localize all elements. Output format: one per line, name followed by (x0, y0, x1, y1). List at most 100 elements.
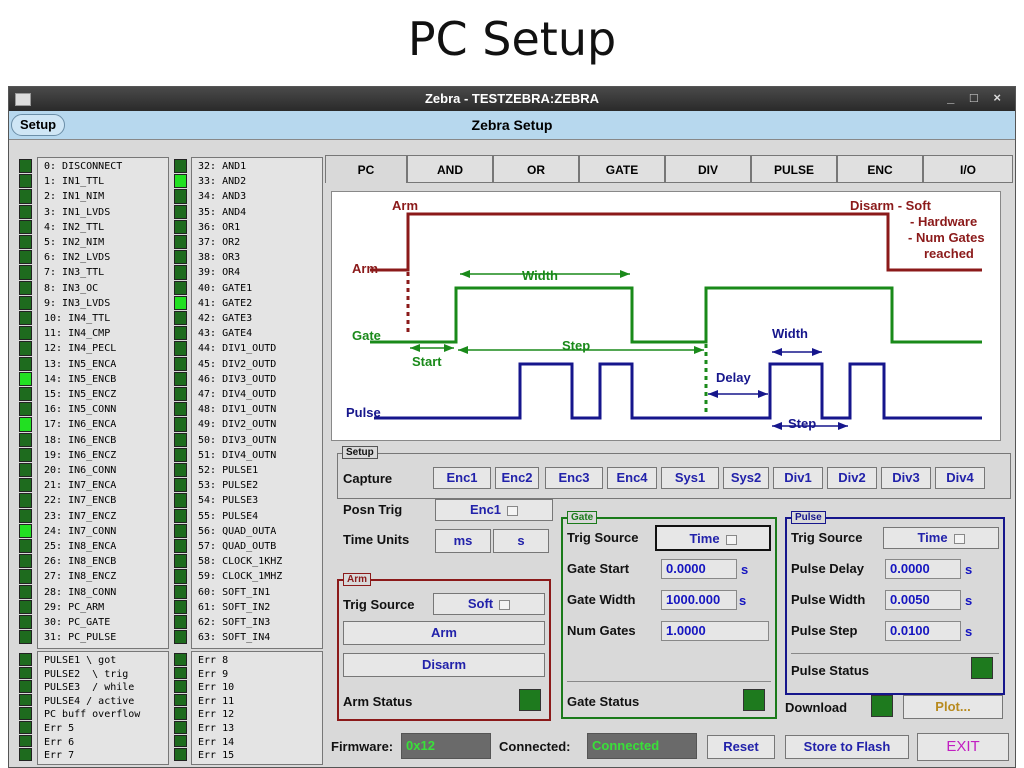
diagram-disarm: Disarm - Soft (850, 198, 932, 213)
signal-led (19, 265, 32, 280)
signal-label: 48: DIV1_OUTN (198, 404, 277, 416)
tab-and[interactable]: AND (407, 155, 493, 183)
gate-width-unit: s (739, 593, 747, 608)
tab-pulse[interactable]: PULSE (751, 155, 837, 183)
status-leds-1 (18, 651, 33, 763)
signal-led (19, 463, 32, 478)
signal-led (174, 265, 187, 280)
tab-enc[interactable]: ENC (837, 155, 923, 183)
tab-or[interactable]: OR (493, 155, 579, 183)
menu-bar: Zebra Setup Setup (9, 111, 1015, 140)
pulse-step-input[interactable]: 0.0100 (885, 621, 961, 641)
signal-led (174, 174, 187, 189)
signal-label: PULSE1 \ got (44, 655, 117, 666)
setup-group-title: Setup (342, 446, 378, 459)
signal-led (174, 493, 187, 508)
setup-menu-button[interactable]: Setup (11, 114, 66, 136)
signal-label: Err 14 (198, 736, 235, 748)
posn-trig-select[interactable]: Enc1 (435, 499, 553, 521)
signal-led (19, 219, 32, 234)
pulse-delay-input[interactable]: 0.0000 (885, 559, 961, 579)
signal-led (19, 693, 32, 707)
signal-led (19, 432, 32, 447)
timing-diagram-svg: Arm Arm Disarm - Soft - Hardware - Num G… (346, 198, 985, 431)
signal-label: 33: AND2 (198, 176, 247, 188)
signal-led (174, 569, 187, 584)
capture-div1-button[interactable]: Div1 (773, 467, 823, 489)
arm-trig-source-select[interactable]: Soft (433, 593, 545, 615)
arm-trig-source-label: Trig Source (343, 597, 415, 612)
pulse-step-unit: s (965, 624, 973, 639)
diagram-start: Start (412, 354, 442, 369)
gate-start-input[interactable]: 0.0000 (661, 559, 737, 579)
signal-label: PULSE3 / while (44, 682, 135, 694)
app-window: Zebra - TESTZEBRA:ZEBRA _ □ × Zebra Setu… (8, 86, 1016, 768)
capture-enc4-button[interactable]: Enc4 (607, 467, 657, 489)
signal-label: 34: AND3 (198, 191, 247, 203)
store-to-flash-button[interactable]: Store to Flash (785, 735, 909, 759)
tab-io[interactable]: I/O (923, 155, 1013, 183)
arm-status-label: Arm Status (343, 694, 413, 709)
signal-label: 49: DIV2_OUTN (198, 419, 277, 431)
signal-label: 12: IN4_PECL (44, 343, 117, 355)
num-gates-input[interactable]: 1.0000 (661, 621, 769, 641)
signal-label: 18: IN6_ENCB (44, 434, 117, 446)
connected-label: Connected: (499, 739, 571, 754)
time-units-ms-button[interactable]: ms (435, 529, 491, 553)
disarm-button[interactable]: Disarm (343, 653, 545, 677)
pulse-status-led (971, 657, 993, 679)
pulse-width-input[interactable]: 0.0050 (885, 590, 961, 610)
signal-label: 3: IN1_LVDS (44, 206, 111, 218)
signal-leds-0-31 (18, 157, 33, 647)
tab-div[interactable]: DIV (665, 155, 751, 183)
signal-led (19, 615, 32, 630)
capture-div3-button[interactable]: Div3 (881, 467, 931, 489)
signal-led (174, 235, 187, 250)
diagram-gate-label: Gate (352, 328, 381, 343)
capture-sys2-button[interactable]: Sys2 (723, 467, 769, 489)
signal-label: Err 13 (198, 723, 235, 734)
capture-enc1-button[interactable]: Enc1 (433, 467, 491, 489)
pulse-trig-source-value: Time (917, 530, 948, 545)
capture-enc2-button[interactable]: Enc2 (495, 467, 539, 489)
signal-led (19, 653, 32, 666)
signal-led (174, 539, 187, 554)
diagram-delay: Delay (716, 370, 751, 385)
capture-div2-button[interactable]: Div2 (827, 467, 877, 489)
signal-label: 1: IN1_TTL (44, 176, 105, 188)
signal-label: 32: AND1 (198, 161, 247, 172)
capture-sys1-button[interactable]: Sys1 (661, 467, 719, 489)
gate-width-input[interactable]: 1000.000 (661, 590, 737, 610)
diagram-width-2: Width (772, 326, 808, 341)
arm-button[interactable]: Arm (343, 621, 545, 645)
gate-start-label: Gate Start (567, 561, 630, 576)
signal-led (174, 615, 187, 630)
timing-diagram: Arm Arm Disarm - Soft - Hardware - Num G… (331, 191, 1001, 441)
signal-led (174, 721, 187, 734)
reset-button[interactable]: Reset (707, 735, 775, 759)
title-bar[interactable]: Zebra - TESTZEBRA:ZEBRA _ □ × (9, 87, 1015, 111)
signal-label: 23: IN7_ENCZ (44, 510, 117, 522)
signal-led (174, 326, 187, 341)
capture-enc3-button[interactable]: Enc3 (545, 467, 603, 489)
signal-label: 17: IN6_ENCA (44, 419, 117, 431)
signal-led (19, 680, 32, 693)
pulse-trig-source-select[interactable]: Time (883, 527, 999, 549)
plot-button[interactable]: Plot... (903, 695, 1003, 719)
signal-led (19, 174, 32, 189)
tab-pc[interactable]: PC (325, 155, 407, 183)
signal-label: Err 5 (44, 723, 75, 734)
gate-status-label: Gate Status (567, 694, 640, 709)
tab-gate[interactable]: GATE (579, 155, 665, 183)
diagram-num-gates: - Num Gates (908, 230, 985, 245)
gate-trig-source-select[interactable]: Time (655, 525, 771, 551)
signal-led (19, 371, 32, 386)
signal-label: 58: CLOCK_1KHZ (198, 556, 283, 568)
signal-label: 43: GATE4 (198, 328, 253, 340)
capture-div4-button[interactable]: Div4 (935, 467, 985, 489)
exit-button[interactable]: EXIT (917, 733, 1009, 761)
window-controls[interactable]: _ □ × (947, 90, 1007, 105)
time-units-s-button[interactable]: s (493, 529, 549, 553)
signal-led (19, 250, 32, 265)
pulse-divider (791, 653, 999, 654)
